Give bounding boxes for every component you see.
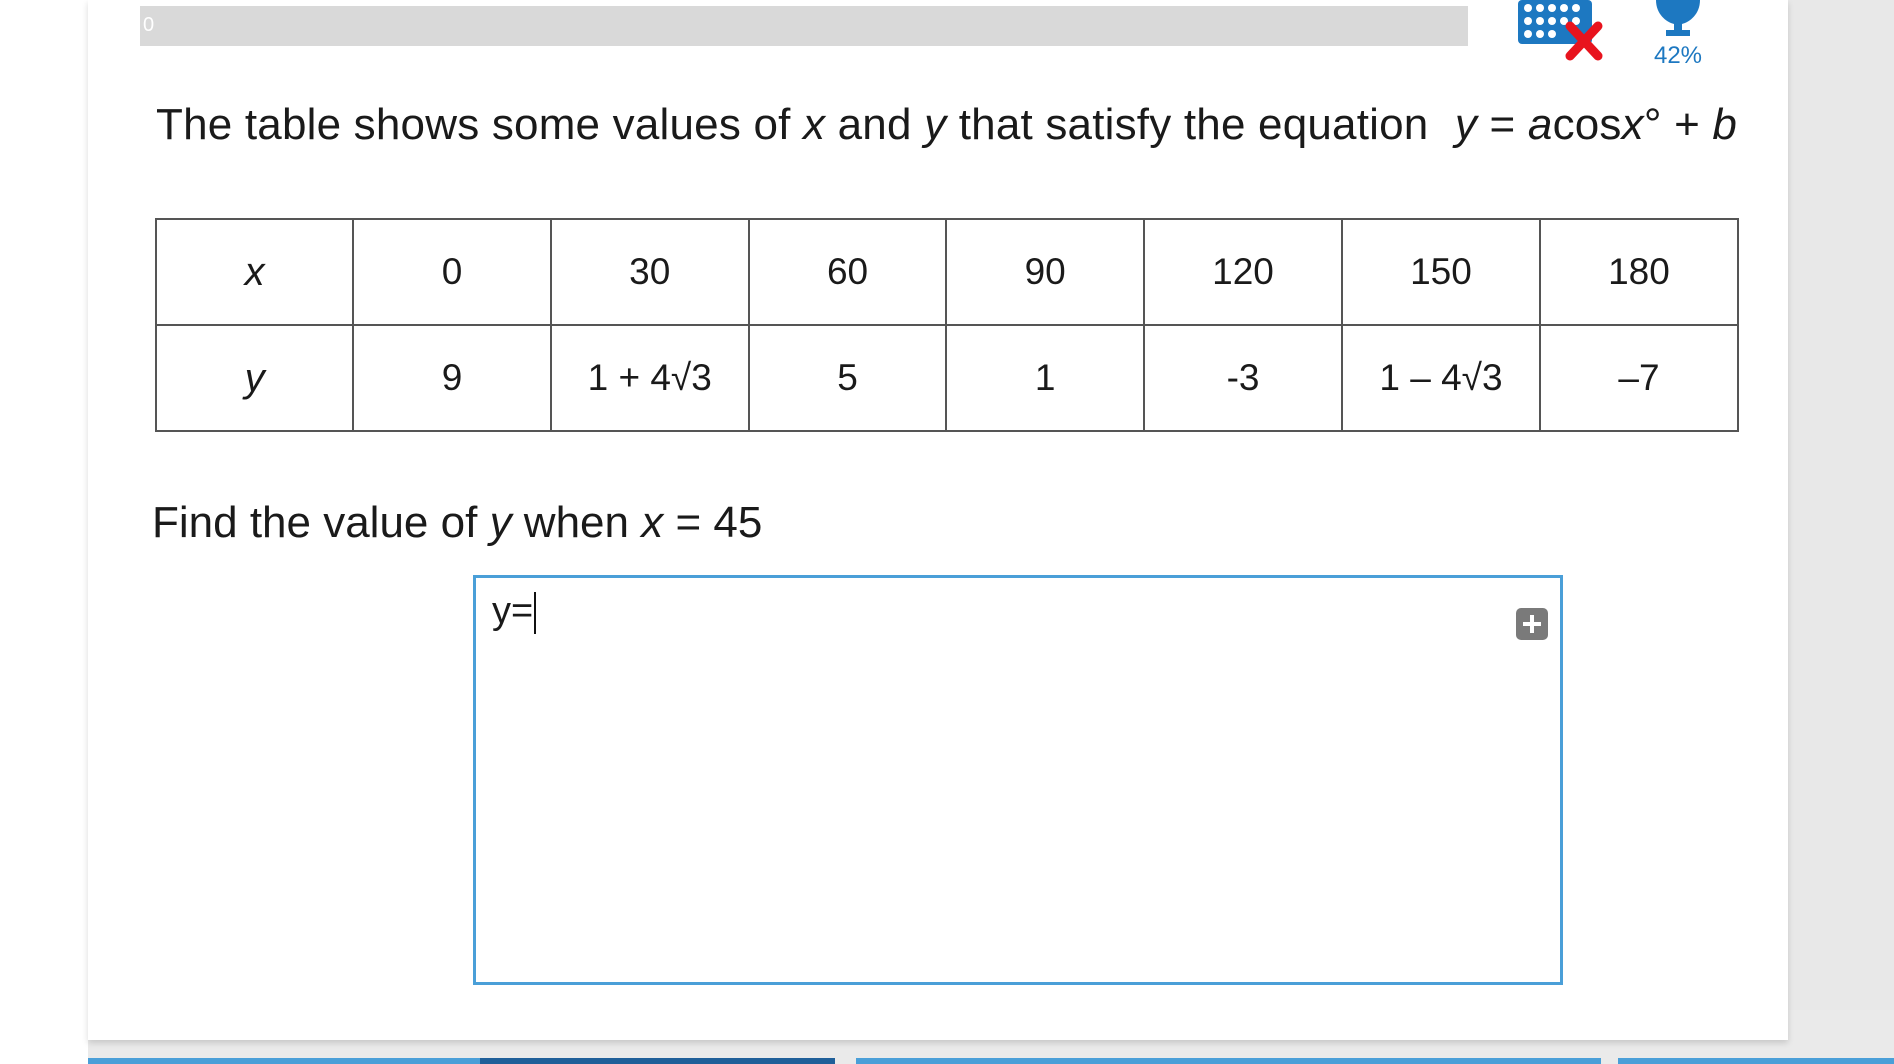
- answer-text[interactable]: y=: [492, 590, 537, 634]
- table-cell: 180: [1538, 218, 1740, 326]
- text-caret: [534, 591, 537, 634]
- table-cell: 120: [1143, 218, 1343, 326]
- question-text: The table shows some values of x and y t…: [156, 100, 1738, 149]
- table-cell: –7: [1538, 324, 1740, 432]
- table-header-x: x: [154, 218, 355, 326]
- table-cell: 5: [747, 324, 948, 432]
- progress-bar: 0: [140, 6, 1468, 46]
- score-percent: 42%: [1653, 42, 1703, 69]
- trophy-icon: [1656, 0, 1700, 36]
- table-cell: -3: [1143, 324, 1343, 432]
- table-cell: 9: [352, 324, 552, 432]
- table-row: x 0 30 60 90 120 150 180: [154, 218, 1740, 326]
- table-cell: 1 + 4√3: [549, 324, 750, 432]
- plus-square-icon[interactable]: [1516, 608, 1548, 640]
- table-cell: 1 – 4√3: [1341, 324, 1541, 432]
- find-prompt: Find the value of y when x = 45: [152, 498, 763, 547]
- nav-tab-bar[interactable]: [88, 1058, 480, 1064]
- nav-tab-bar-active[interactable]: [480, 1058, 835, 1064]
- right-panel: [1788, 0, 1894, 1010]
- table-cell: 1: [945, 324, 1146, 432]
- values-table: x 0 30 60 90 120 150 180 y 9 1 + 4√3 5 1…: [154, 218, 1740, 432]
- answer-input[interactable]: y=: [473, 575, 1563, 985]
- equation: y = acosx° + b: [1454, 100, 1738, 149]
- nav-tab-bar[interactable]: [1618, 1058, 1894, 1064]
- table-cell: 90: [945, 218, 1146, 326]
- left-margin: [0, 0, 88, 1064]
- table-cell: 0: [352, 218, 552, 326]
- table-header-y: y: [154, 324, 355, 432]
- progress-label: 0: [143, 14, 155, 36]
- calculator-not-allowed-icon[interactable]: [1514, 0, 1604, 62]
- table-cell: 60: [747, 218, 948, 326]
- table-row: y 9 1 + 4√3 5 1 -3 1 – 4√3 –7: [154, 324, 1740, 432]
- table-cell: 30: [549, 218, 750, 326]
- table-cell: 150: [1341, 218, 1541, 326]
- nav-tab-bar[interactable]: [856, 1058, 1601, 1064]
